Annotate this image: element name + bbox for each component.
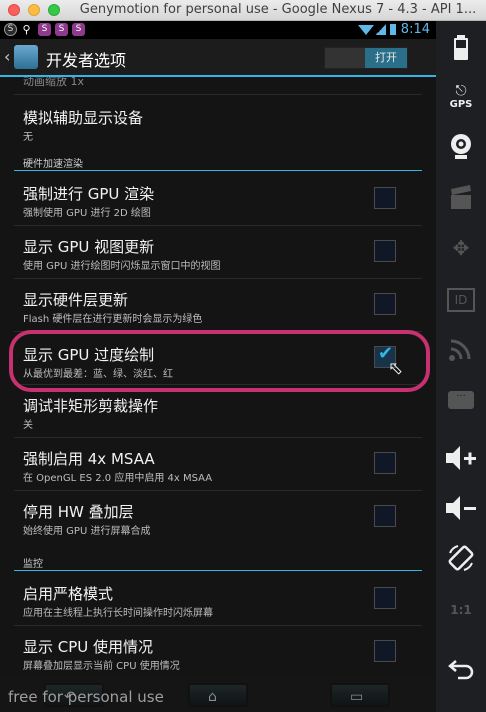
zoom-window-button[interactable] — [48, 4, 60, 16]
sms-bubble: ··· — [448, 391, 474, 409]
battery-icon[interactable] — [436, 33, 486, 69]
id-label: ID — [447, 288, 475, 312]
item-title: 显示 CPU 使用情况 — [23, 638, 154, 656]
item-title: 显示 GPU 视图更新 — [23, 238, 155, 256]
notification-s-icon: S — [4, 23, 17, 36]
dpad-glyph: ✥ — [452, 236, 470, 260]
item-title: 停用 HW 叠加层 — [23, 503, 134, 521]
checkbox[interactable] — [374, 293, 396, 315]
item-summary: 在 OpenGL ES 2.0 应用中启用 4x MSAA — [23, 473, 213, 484]
gps-pin-icon: ⎋ — [455, 83, 467, 99]
window-titlebar: Genymotion for personal use - Google Nex… — [0, 0, 486, 21]
header-label: 监控 — [23, 559, 43, 570]
checkbox[interactable] — [374, 640, 396, 662]
list-item-simulate-display[interactable]: 模拟辅助显示设备 无 — [0, 95, 436, 149]
status-bar: S ⚲ S S S 8:14 — [0, 21, 436, 39]
rotate-icon[interactable] — [436, 543, 486, 579]
list-item-debug-clip[interactable]: 调试非矩形剪裁操作 关 — [0, 385, 436, 437]
minimize-window-button[interactable] — [28, 4, 40, 16]
section-header-hardware: 硬件加速渲染 — [0, 153, 436, 171]
clock: 8:14 — [400, 22, 430, 37]
signal-icon — [376, 24, 386, 35]
item-title: 调试非矩形剪裁操作 — [23, 397, 159, 415]
clapper-icon[interactable] — [436, 183, 486, 219]
recents-icon: ▭ — [350, 689, 364, 705]
back-icon[interactable] — [436, 653, 486, 689]
window-title: Genymotion for personal use - Google Nex… — [79, 2, 477, 17]
settings-app-icon[interactable] — [14, 45, 38, 69]
list-item-force-msaa[interactable]: 强制启用 4x MSAA 在 OpenGL ES 2.0 应用中启用 4x MS… — [0, 438, 436, 490]
watermark: free for personal use — [8, 688, 164, 706]
volume-down-icon[interactable] — [436, 493, 486, 529]
item-summary: Flash 硬件层在进行更新时会显示为绿色 — [23, 314, 203, 325]
recents-button[interactable]: ▭ — [330, 683, 390, 707]
item-title: 显示硬件层更新 — [23, 291, 129, 309]
list-item-gpu-view-updates[interactable]: 显示 GPU 视图更新 使用 GPU 进行绘图时闪烁显示窗口中的视图 — [0, 226, 436, 278]
id-icon[interactable]: ID — [436, 283, 486, 319]
cast-icon[interactable] — [436, 333, 486, 369]
genymotion-sidebar: ⎋ GPS ✥ ID ··· 1:1 — [436, 21, 486, 712]
toggle-label: 打开 — [365, 48, 407, 68]
home-button[interactable]: ⌂ — [188, 683, 248, 707]
header-line — [14, 570, 422, 571]
notification-s-icon: S — [72, 23, 85, 36]
android-screen: S ⚲ S S S 8:14 ‹ 开发者选项 打开 动画缩放 1x 模拟辅助显示… — [0, 21, 436, 712]
wifi-icon — [358, 25, 374, 35]
item-summary: 强制使用 GPU 进行 2D 绘图 — [23, 208, 151, 219]
close-window-button[interactable] — [8, 4, 20, 16]
list-item-disable-hw-overlays[interactable]: 停用 HW 叠加层 始终使用 GPU 进行屏幕合成 — [0, 491, 436, 543]
search-icon: ⚲ — [22, 23, 31, 36]
battery-status-icon — [390, 24, 396, 35]
checkbox[interactable] — [374, 452, 396, 474]
item-summary: 关 — [23, 420, 33, 431]
item-summary: 使用 GPU 进行绘图时闪烁显示窗口中的视图 — [23, 261, 221, 272]
notification-s-icon: S — [38, 23, 51, 36]
list-item-hw-layer-updates[interactable]: 显示硬件层更新 Flash 硬件层在进行更新时会显示为绿色 — [0, 279, 436, 331]
webcam-icon[interactable] — [436, 131, 486, 167]
gps-label: GPS — [449, 99, 473, 110]
header-label: 硬件加速渲染 — [23, 159, 83, 170]
list-item-show-cpu-usage[interactable]: 显示 CPU 使用情况 屏幕叠加层显示当前 CPU 使用情况 — [0, 626, 436, 677]
list-item-force-gpu[interactable]: 强制进行 GPU 渲染 强制使用 GPU 进行 2D 绘图 — [0, 173, 436, 225]
notification-s-icon: S — [55, 23, 68, 36]
item-title: 启用严格模式 — [23, 585, 114, 603]
mouse-cursor-icon: ⬁ — [388, 358, 404, 379]
dpad-icon[interactable]: ✥ — [436, 233, 486, 269]
volume-up-icon[interactable] — [436, 443, 486, 479]
up-chevron-icon[interactable]: ‹ — [4, 47, 10, 66]
checkbox[interactable] — [374, 187, 396, 209]
highlight-annotation — [9, 330, 430, 392]
item-title: 强制进行 GPU 渲染 — [23, 185, 155, 203]
checkbox[interactable] — [374, 587, 396, 609]
header-line — [14, 170, 422, 171]
list-item[interactable]: 动画缩放 1x — [0, 77, 436, 95]
section-header-monitoring: 监控 — [0, 553, 436, 571]
checkbox[interactable] — [374, 240, 396, 262]
home-icon: ⌂ — [208, 689, 217, 705]
item-summary: 无 — [23, 132, 33, 143]
item-title: 动画缩放 1x — [23, 77, 85, 88]
item-summary: 应用在主线程上执行长时间操作时闪烁屏幕 — [23, 608, 213, 619]
item-title: 强制启用 4x MSAA — [23, 450, 155, 468]
gps-icon[interactable]: ⎋ GPS — [436, 83, 486, 119]
action-bar: ‹ 开发者选项 打开 — [0, 39, 436, 77]
pixel-ratio-icon[interactable]: 1:1 — [436, 595, 486, 631]
developer-options-toggle[interactable]: 打开 — [324, 47, 408, 69]
item-summary: 屏幕叠加层显示当前 CPU 使用情况 — [23, 661, 180, 672]
list-item-strict-mode[interactable]: 启用严格模式 应用在主线程上执行长时间操作时闪烁屏幕 — [0, 573, 436, 625]
item-title: 模拟辅助显示设备 — [23, 109, 144, 127]
pixel-ratio-label: 1:1 — [450, 603, 472, 617]
page-title: 开发者选项 — [46, 51, 127, 70]
item-summary: 始终使用 GPU 进行屏幕合成 — [23, 526, 151, 537]
sms-icon[interactable]: ··· — [436, 383, 486, 419]
checkbox[interactable] — [374, 505, 396, 527]
